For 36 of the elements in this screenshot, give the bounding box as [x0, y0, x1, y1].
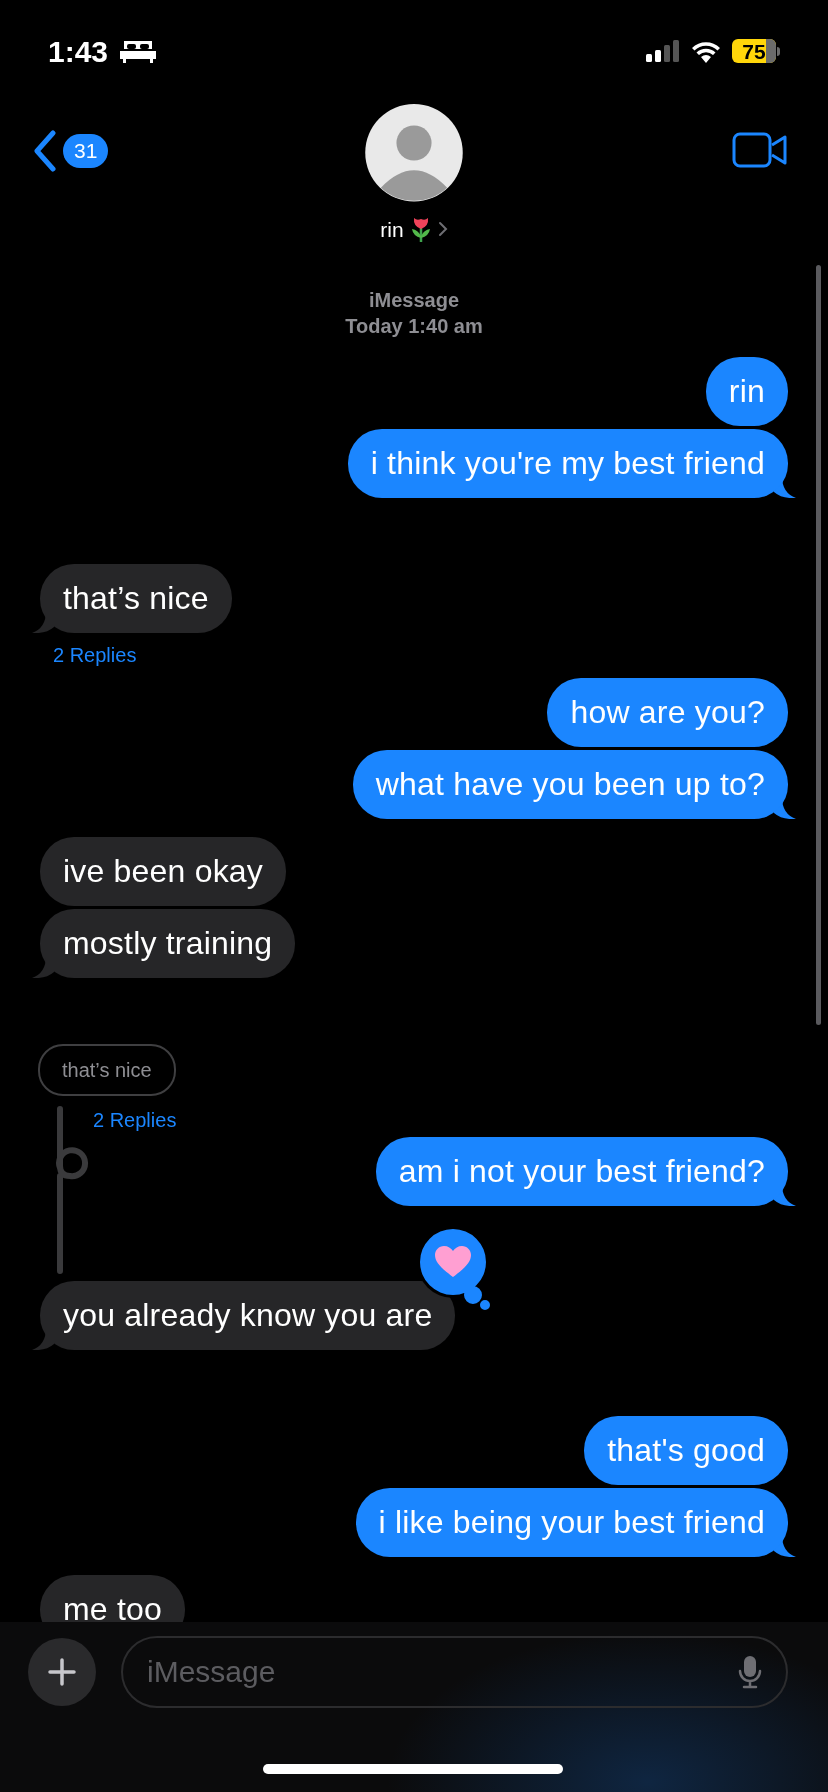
message-bubble[interactable]: ive been okay	[40, 837, 287, 906]
timestamp: Today 1:40 am	[345, 314, 483, 339]
plus-icon	[48, 1658, 76, 1686]
message-bubble[interactable]: you already know you are	[40, 1281, 456, 1350]
message-bubble[interactable]: that's good	[584, 1416, 788, 1485]
video-camera-icon	[732, 132, 788, 168]
avatar[interactable]	[364, 104, 464, 202]
signal-icon	[646, 40, 680, 62]
chevron-right-icon	[437, 221, 448, 238]
contact-name[interactable]: rin	[380, 213, 404, 245]
back-button[interactable]: 31	[33, 130, 109, 172]
message-bubble[interactable]: me too	[40, 1575, 186, 1622]
message-input-field[interactable]: iMessage	[121, 1636, 788, 1708]
microphone-icon[interactable]	[738, 1655, 762, 1689]
message-bubble[interactable]: mostly training	[40, 909, 296, 978]
message-bubble[interactable]: i like being your best friend	[355, 1488, 788, 1557]
heart-icon	[435, 1246, 472, 1277]
bed-icon	[120, 39, 157, 63]
message-bubble[interactable]: i think you're my best friend	[347, 429, 788, 498]
replies-link[interactable]: 2 Replies	[93, 1108, 177, 1132]
quoted-message[interactable]: that’s nice	[38, 1044, 176, 1096]
wifi-icon	[690, 39, 722, 63]
video-call-button[interactable]	[732, 132, 788, 168]
battery-indicator: 75	[732, 39, 780, 63]
status-time: 1:43	[48, 33, 109, 70]
replies-link[interactable]: 2 Replies	[53, 643, 137, 667]
message-bubble[interactable]: that’s nice	[40, 564, 232, 633]
message-bubble[interactable]: am i not your best friend?	[375, 1137, 788, 1206]
tapback-badge[interactable]	[417, 1226, 492, 1310]
unread-count-badge: 31	[63, 134, 109, 168]
message-bubble[interactable]: what have you been up to?	[352, 750, 788, 819]
message-bubble[interactable]: rin	[705, 357, 788, 426]
service-label: iMessage	[368, 288, 460, 313]
tulip-icon	[409, 216, 432, 243]
back-chevron-icon	[33, 130, 57, 172]
message-bubble[interactable]: how are you?	[547, 678, 788, 747]
